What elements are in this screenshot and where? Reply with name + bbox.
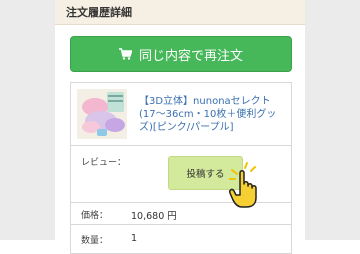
product-thumbnail[interactable] — [77, 89, 127, 139]
order-detail-panel: 注文履歴詳細 同じ内容で再注文 【3D立体】nunonaセレクト(17〜36cm… — [55, 0, 305, 254]
quantity-value: 1 — [131, 233, 138, 244]
section-header: 注文履歴詳細 — [55, 0, 305, 25]
hand-pointer-icon — [229, 162, 257, 208]
reorder-button-label: 同じ内容で再注文 — [138, 48, 243, 64]
price-label: 価格： — [81, 211, 109, 221]
product-name-link[interactable]: 【3D立体】nunonaセレクト(17〜36cm・10枚＋便利グッズ)[ピンク/… — [139, 95, 287, 134]
section-title: 注文履歴詳細 — [66, 6, 132, 19]
product-row: 【3D立体】nunonaセレクト(17〜36cm・10枚＋便利グッズ)[ピンク/… — [71, 83, 291, 146]
page-margin-left — [0, 0, 55, 240]
page-margin-right — [305, 0, 360, 240]
quantity-row: 数量： 1 — [71, 225, 291, 253]
reorder-button[interactable]: 同じ内容で再注文 — [70, 36, 292, 72]
review-label: レビュー： — [81, 158, 127, 168]
price-value: 10,680 円 — [131, 211, 177, 222]
cart-icon — [118, 48, 132, 60]
